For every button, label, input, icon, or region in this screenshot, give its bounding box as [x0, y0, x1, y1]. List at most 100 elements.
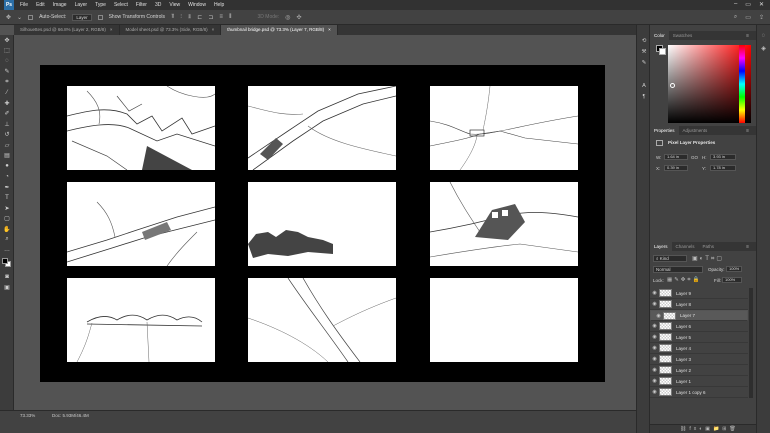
layers-footer-buttons[interactable]: ⛓fx◐▣📁⊞🗑	[650, 424, 756, 433]
move-icon[interactable]: ✥	[0, 35, 14, 46]
menu-view[interactable]: View	[169, 2, 180, 8]
thumbnail-panel-empty[interactable]	[430, 278, 578, 362]
stamp-icon[interactable]: ⊥	[0, 119, 14, 130]
healing-icon[interactable]: ✚	[0, 98, 14, 109]
panel-menu-icon[interactable]: ≡	[742, 244, 753, 250]
paragraph-icon[interactable]: ¶	[637, 91, 651, 102]
blur-icon[interactable]: ●	[0, 161, 14, 172]
visibility-eye-icon[interactable]: ◉	[650, 301, 659, 307]
menu-layer[interactable]: Layer	[75, 2, 88, 8]
color-swatches[interactable]	[0, 256, 14, 272]
path-select-icon[interactable]: ➤	[0, 203, 14, 214]
tab-paths[interactable]: Paths	[699, 244, 719, 249]
share-icon[interactable]: ⇪	[759, 14, 764, 21]
minimize-button[interactable]: –	[734, 1, 737, 8]
zoom-level[interactable]: 73.33%	[20, 413, 35, 418]
fill-field[interactable]: 100%	[722, 277, 742, 283]
tab-swatches[interactable]: Swatches	[669, 33, 697, 38]
layer-row-selected[interactable]: ◉ Layer 7	[650, 310, 748, 321]
color-panel-background[interactable]	[659, 48, 666, 55]
eyedropper-icon[interactable]: ⁄	[0, 88, 14, 99]
thumbnail-panel[interactable]	[248, 86, 396, 170]
brush-icon[interactable]: ✐	[0, 109, 14, 120]
tab-silhouettes[interactable]: Silhouettes.psd @ 66.8% (Layer 2, RGB/8)…	[14, 25, 120, 35]
visibility-eye-icon[interactable]: ◉	[654, 313, 663, 319]
tab-model-sheet[interactable]: Model sheet.psd @ 73.3% (Side, RGB/8) ×	[120, 25, 222, 35]
visibility-eye-icon[interactable]: ◉	[650, 290, 659, 296]
visibility-eye-icon[interactable]: ◉	[650, 345, 659, 351]
layer-row[interactable]: ◉ Layer 1 copy 6	[650, 387, 748, 398]
visibility-eye-icon[interactable]: ◉	[650, 323, 659, 329]
rectangle-icon[interactable]: ▢	[0, 214, 14, 225]
lock-icons[interactable]: ▦✎✥⌗🔒	[667, 277, 701, 284]
screen-mode-icon[interactable]: ▣	[0, 282, 14, 293]
tool-presets-icon[interactable]: ⚒	[637, 46, 651, 57]
tab-channels[interactable]: Channels	[672, 244, 699, 249]
align-middle-icon[interactable]: ⫶	[180, 14, 182, 21]
tab-color[interactable]: Color	[650, 31, 669, 40]
color-picker-marker[interactable]	[670, 83, 675, 88]
menu-window[interactable]: Window	[188, 2, 206, 8]
brushes-icon[interactable]: ✎	[637, 57, 651, 68]
transform-controls-checkbox[interactable]	[97, 14, 103, 20]
align-top-icon[interactable]: ⫪	[171, 14, 174, 21]
history-brush-icon[interactable]: ↺	[0, 130, 14, 141]
align-left-icon[interactable]: ⊏	[197, 14, 202, 21]
align-center-icon[interactable]: ⊐	[208, 14, 213, 21]
crop-icon[interactable]: ⌗	[0, 77, 14, 88]
photoshop-logo-icon[interactable]: Ps	[4, 0, 14, 10]
learn-icon[interactable]: ◌	[757, 33, 770, 45]
menu-image[interactable]: Image	[53, 2, 67, 8]
foreground-color-swatch[interactable]	[2, 257, 8, 264]
marquee-icon[interactable]: ⬚	[0, 46, 14, 57]
zoom-icon[interactable]: ⌕	[0, 235, 14, 246]
more-icon[interactable]: …	[0, 245, 14, 256]
hand-icon[interactable]: ✋	[0, 224, 14, 235]
lasso-icon[interactable]: ◌	[0, 56, 14, 67]
close-window-button[interactable]: ✕	[759, 1, 764, 8]
workspace-icon[interactable]: ▭	[745, 14, 751, 21]
layer-row[interactable]: ◉ Layer 3	[650, 354, 748, 365]
libraries-icon[interactable]: ◈	[757, 45, 770, 57]
hue-slider[interactable]	[739, 45, 745, 123]
tool-preset-chevron-icon[interactable]: ⌄	[17, 14, 22, 21]
close-icon[interactable]: ×	[328, 27, 331, 32]
link-dimensions-icon[interactable]: GO	[691, 155, 698, 160]
quick-mask-icon[interactable]: ◙	[0, 272, 14, 283]
doc-size[interactable]: Doc: 5.93M/46.4M	[52, 413, 89, 418]
menu-edit[interactable]: Edit	[36, 2, 45, 8]
tab-layers[interactable]: Layers	[650, 242, 672, 251]
search-icon[interactable]: ⌕	[734, 14, 737, 21]
thumbnail-panel[interactable]	[248, 182, 396, 266]
character-icon[interactable]: A	[637, 80, 651, 91]
type-icon[interactable]: T	[0, 193, 14, 204]
menu-3d[interactable]: 3D	[155, 2, 161, 8]
opacity-field[interactable]: 100%	[726, 266, 742, 272]
visibility-eye-icon[interactable]: ◉	[650, 378, 659, 384]
quick-select-icon[interactable]: ✎	[0, 67, 14, 78]
menu-help[interactable]: Help	[214, 2, 224, 8]
panel-menu-icon[interactable]: ≡	[742, 33, 753, 39]
menu-type[interactable]: Type	[95, 2, 106, 8]
auto-select-dropdown[interactable]: Layer	[72, 13, 92, 21]
panel-menu-icon[interactable]: ≡	[742, 128, 753, 134]
visibility-eye-icon[interactable]: ◉	[650, 334, 659, 340]
layer-row[interactable]: ◉ Layer 2	[650, 365, 748, 376]
width-field[interactable]: 1.64 in	[664, 154, 688, 160]
visibility-eye-icon[interactable]: ◉	[650, 367, 659, 373]
thumbnail-panel[interactable]	[430, 86, 578, 170]
pen-icon[interactable]: ✒	[0, 182, 14, 193]
layer-row[interactable]: ◉ Layer 6	[650, 321, 748, 332]
distribute-horizontal-icon[interactable]: ⦀	[229, 14, 232, 21]
y-field[interactable]: 1.78 in	[710, 165, 736, 171]
height-field[interactable]: 3.93 in	[710, 154, 736, 160]
kind-filter-dropdown[interactable]: ⌕ Kind	[653, 255, 687, 262]
auto-select-checkbox[interactable]	[28, 14, 34, 20]
x-field[interactable]: 0.39 in	[664, 165, 688, 171]
blend-mode-dropdown[interactable]: Normal	[653, 266, 703, 273]
tab-thumbnail-bridge[interactable]: thumbnail bridge.psd @ 73.3% (Layer 7, R…	[221, 25, 338, 35]
layer-row[interactable]: ◉ Layer 1	[650, 376, 748, 387]
distribute-icon[interactable]: ≡	[219, 14, 223, 20]
3d-orbit-icon[interactable]: ◎	[285, 14, 290, 21]
align-bottom-icon[interactable]: ⫫	[188, 14, 191, 21]
